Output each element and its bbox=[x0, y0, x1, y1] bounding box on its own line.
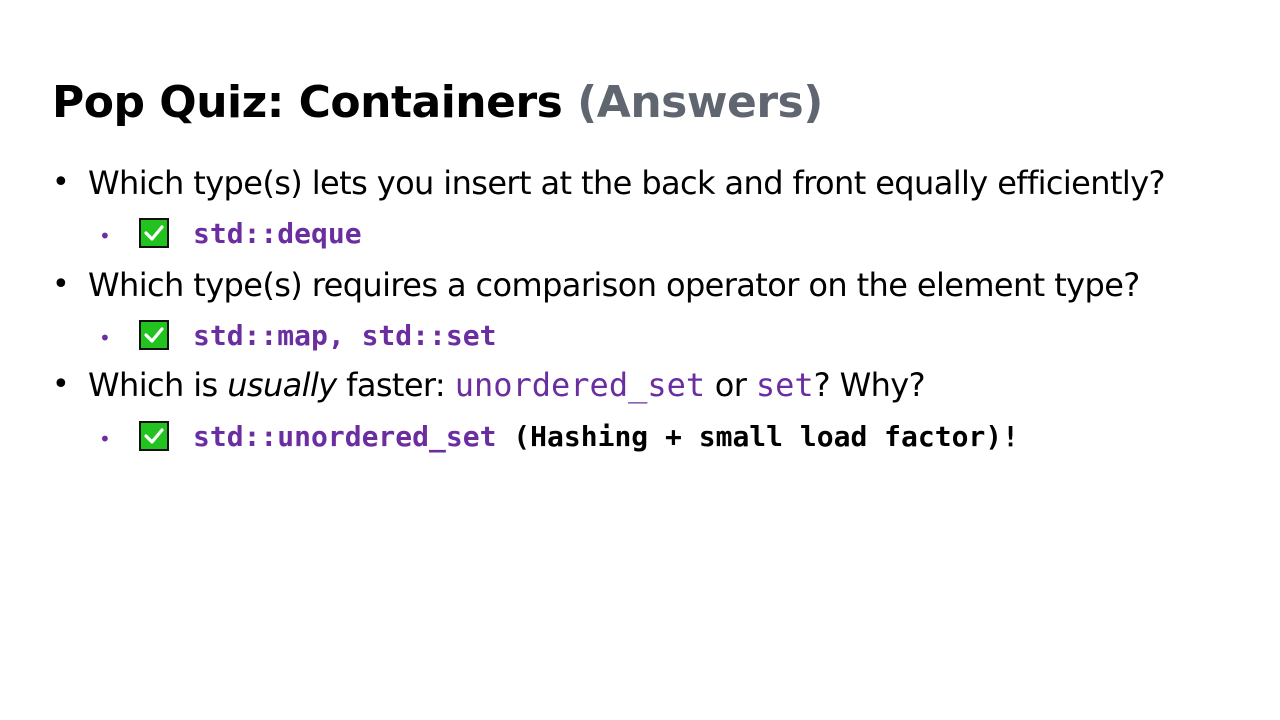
sub-bullet-icon: • bbox=[99, 427, 111, 451]
question-mid: faster: bbox=[336, 366, 455, 404]
bullet-icon: • bbox=[52, 165, 70, 200]
answer-code: std::map, std::set bbox=[193, 319, 497, 352]
question-prefix: Which is bbox=[88, 366, 228, 404]
check-mark-box-icon bbox=[139, 218, 169, 248]
answer-text: std::map, std::set bbox=[193, 318, 496, 354]
sub-bullet-icon: • bbox=[99, 326, 111, 350]
question-text: Which is usually faster: unordered_set o… bbox=[88, 365, 926, 405]
check-mark-box-icon bbox=[139, 421, 169, 451]
question-text: Which type(s) requires a comparison oper… bbox=[88, 266, 1140, 304]
question-emphasis: usually bbox=[227, 366, 337, 404]
answer-text: std::unordered_set (Hashing + small load… bbox=[193, 419, 1019, 455]
answer-explanation: (Hashing + small load factor)! bbox=[496, 420, 1020, 453]
bullet-icon: • bbox=[52, 267, 70, 302]
question-or: or bbox=[705, 366, 756, 404]
check-mark-box-icon bbox=[139, 320, 169, 350]
inline-code-set: set bbox=[755, 366, 814, 404]
title-subtitle: (Answers) bbox=[577, 77, 823, 128]
inline-code-unordered-set: unordered_set bbox=[454, 366, 706, 404]
bullet-icon: • bbox=[52, 367, 70, 402]
slide-title: Pop Quiz: Containers (Answers) bbox=[52, 74, 823, 132]
title-main: Pop Quiz: Containers bbox=[52, 77, 563, 128]
sub-bullet-icon: • bbox=[99, 224, 111, 248]
question-end: ? Why? bbox=[813, 366, 926, 404]
question-text: Which type(s) lets you insert at the bac… bbox=[88, 164, 1166, 202]
slide: Pop Quiz: Containers (Answers) • Which t… bbox=[0, 0, 1280, 720]
answer-text: std::deque bbox=[193, 216, 362, 252]
answer-code: std::unordered_set bbox=[193, 420, 497, 453]
answer-code: std::deque bbox=[193, 217, 362, 250]
